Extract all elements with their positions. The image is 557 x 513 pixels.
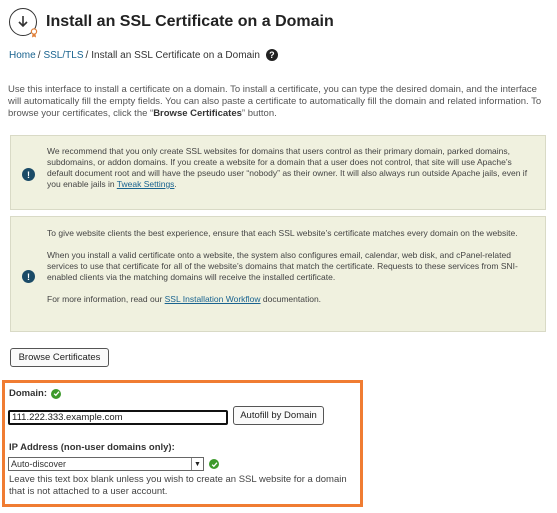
intro-text-part: ” button. [241, 108, 277, 119]
ip-address-select[interactable]: Auto-discover ▼ [8, 457, 204, 471]
certificate-ribbon-icon [30, 28, 38, 38]
ip-address-selected-value: Auto-discover [11, 459, 67, 469]
check-icon [51, 388, 61, 399]
domain-input[interactable] [8, 410, 228, 425]
notice-ssl-domains: ! We recommend that you only create SSL … [10, 135, 546, 210]
ip-address-help-text: Leave this text box blank unless you wis… [9, 474, 347, 497]
check-icon [209, 459, 219, 469]
intro-bold-text: Browse Certificates [153, 108, 242, 119]
notice-text: To give website clients the best experie… [47, 228, 533, 316]
autofill-by-domain-button[interactable]: Autofill by Domain [233, 406, 324, 425]
ip-address-label: IP Address (non-user domains only): [9, 442, 175, 453]
breadcrumb-separator: / [85, 49, 89, 61]
breadcrumb-current: Install an SSL Certificate on a Domain [91, 49, 260, 61]
page-header: Install an SSL Certificate on a Domain [9, 6, 334, 38]
notice-paragraph: To give website clients the best experie… [47, 228, 518, 238]
breadcrumb-ssl-tls-link[interactable]: SSL/TLS [43, 50, 83, 61]
notice-text-part: documentation. [260, 294, 322, 304]
ssl-install-icon [9, 8, 38, 38]
notice-certificate-matching: ! To give website clients the best exper… [10, 216, 546, 332]
ssl-installation-workflow-link[interactable]: SSL Installation Workflow [165, 294, 261, 304]
page-title: Install an SSL Certificate on a Domain [46, 13, 334, 30]
browse-certificates-button[interactable]: Browse Certificates [10, 348, 109, 367]
download-arrow-icon [18, 16, 28, 28]
exclamation-icon: ! [22, 270, 35, 283]
intro-text: Use this interface to install a certific… [8, 84, 548, 120]
breadcrumb-separator: / [37, 49, 41, 61]
notice-paragraph: When you install a valid certificate ont… [47, 250, 518, 282]
notice-text-part: For more information, read our [47, 294, 165, 304]
breadcrumb-home-link[interactable]: Home [9, 50, 36, 61]
notice-text: We recommend that you only create SSL we… [47, 146, 533, 190]
breadcrumb: Home / SSL/TLS / Install an SSL Certific… [9, 49, 278, 61]
tweak-settings-link[interactable]: Tweak Settings [117, 179, 175, 189]
dropdown-arrow-icon[interactable]: ▼ [191, 458, 203, 470]
domain-label: Domain: [9, 388, 61, 399]
help-icon[interactable]: ? [265, 49, 278, 61]
notice-paragraph: For more information, read our SSL Insta… [47, 294, 533, 305]
exclamation-icon: ! [22, 168, 35, 181]
domain-label-text: Domain: [9, 388, 47, 399]
notice-text-part: . [174, 179, 177, 189]
